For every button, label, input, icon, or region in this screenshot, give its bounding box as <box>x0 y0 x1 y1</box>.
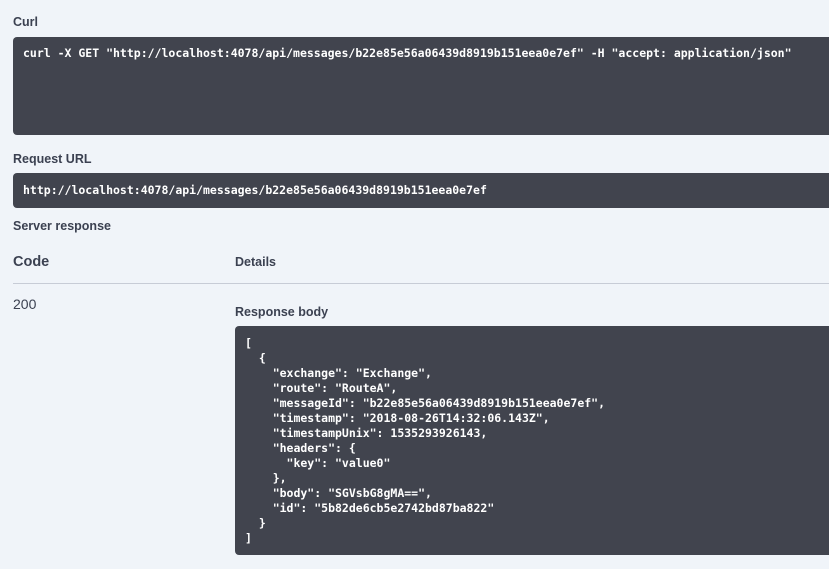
response-status-code: 200 <box>13 296 37 312</box>
column-header-details: Details <box>235 255 276 269</box>
response-body-line: "exchange": "Exchange", <box>245 366 432 380</box>
response-body-line: } <box>245 516 266 530</box>
response-body-line: "timestamp": "2018-08-26T14:32:06.143Z", <box>245 411 550 425</box>
response-body-line: ] <box>245 531 252 545</box>
request-url-label: Request URL <box>13 152 92 166</box>
response-body-block[interactable]: [ { "exchange": "Exchange", "route": "Ro… <box>235 326 829 555</box>
response-body-line: }, <box>245 471 287 485</box>
server-response-panel: Curl curl -X GET "http://localhost:4078/… <box>0 0 829 569</box>
response-body-line: [ <box>245 336 252 350</box>
response-body-line: "timestampUnix": 1535293926143, <box>245 426 488 440</box>
response-body-line: "headers": { <box>245 441 356 455</box>
response-body-label: Response body <box>235 305 329 319</box>
curl-label: Curl <box>13 15 38 29</box>
response-body-line: "route": "RouteA", <box>245 381 398 395</box>
response-body-line: "key": "value0" <box>245 456 391 470</box>
curl-command-block[interactable]: curl -X GET "http://localhost:4078/api/m… <box>13 37 829 135</box>
response-body-line: "messageId": "b22e85e56a06439d8919b151ee… <box>245 396 606 410</box>
responses-table-header: Code Details <box>13 252 829 284</box>
response-body-line: "id": "5b82de6cb5e2742bd87ba822" <box>245 501 495 515</box>
request-url-block[interactable]: http://localhost:4078/api/messages/b22e8… <box>13 173 829 208</box>
server-response-label: Server response <box>13 219 111 233</box>
response-body-line: { <box>245 351 266 365</box>
response-body-line: "body": "SGVsbG8gMA==", <box>245 486 432 500</box>
column-header-code: Code <box>13 254 50 270</box>
